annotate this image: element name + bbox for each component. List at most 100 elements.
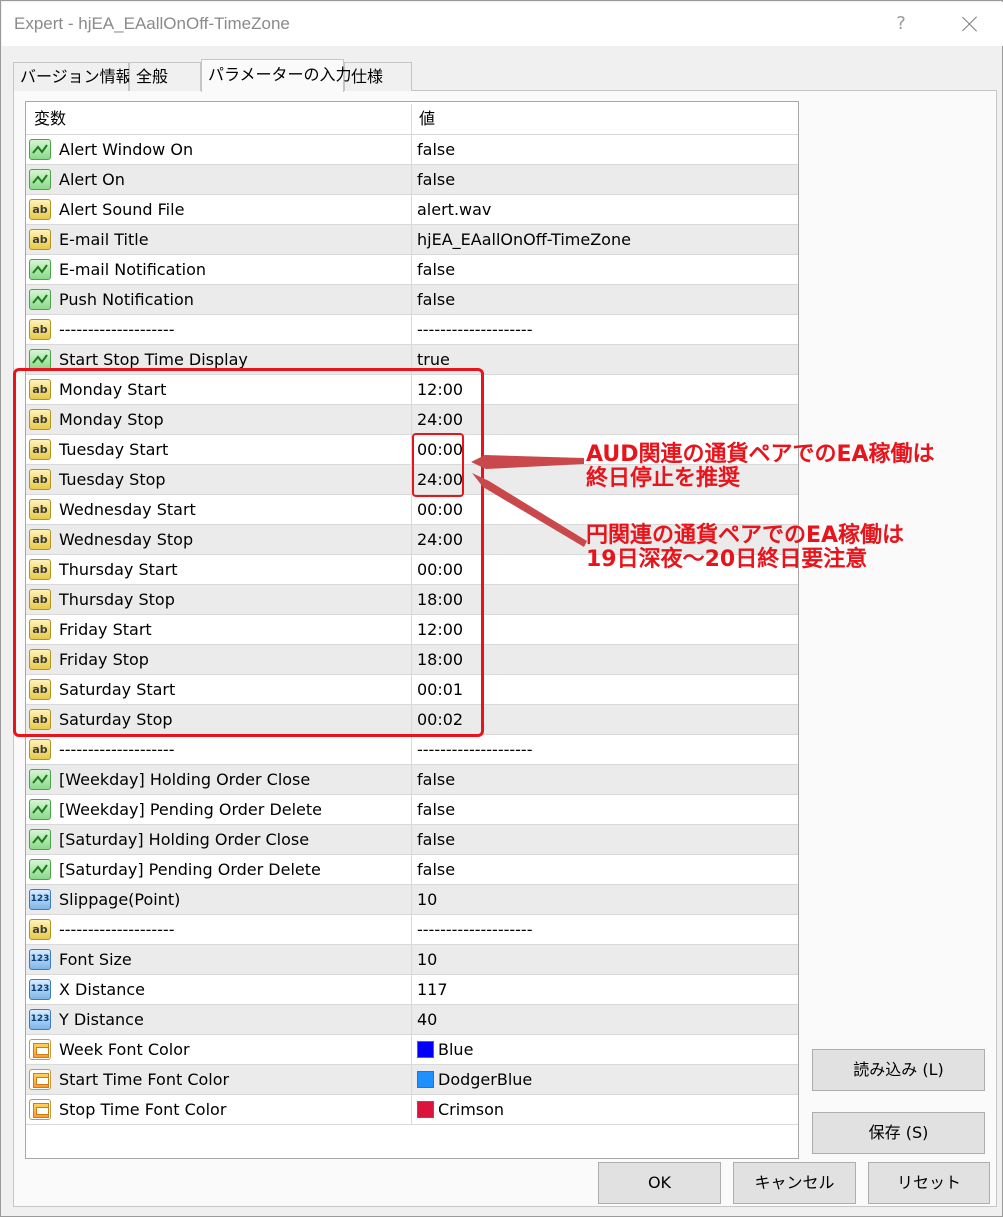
parameter-name: Saturday Start <box>59 680 176 699</box>
table-row[interactable]: Week Font Color Blue <box>26 1035 798 1065</box>
boolean-type-icon <box>29 169 51 190</box>
parameter-value[interactable]: 00:00 <box>417 495 463 525</box>
parameter-value[interactable]: false <box>417 255 455 285</box>
parameter-value[interactable]: 24:00 <box>417 525 463 555</box>
parameter-name: -------------------- <box>59 320 175 339</box>
tab-version-info[interactable]: バージョン情報 <box>13 62 132 91</box>
parameter-value[interactable]: true <box>417 345 450 375</box>
ok-button[interactable]: OK <box>598 1162 721 1204</box>
color-type-icon <box>29 1099 51 1120</box>
aud-annotation-line2: 終日停止を推奨 <box>586 466 741 491</box>
string-type-icon: ab <box>29 679 51 700</box>
table-row[interactable]: ab -------------------- ------------------… <box>26 315 798 345</box>
load-button[interactable]: 読み込み (L) <box>812 1049 985 1091</box>
table-row[interactable]: ab E-mail Title hjEA_EAallOnOff-TimeZone <box>26 225 798 255</box>
string-type-icon: ab <box>29 919 51 940</box>
table-row[interactable]: 123 X Distance 117 <box>26 975 798 1005</box>
parameter-value[interactable]: -------------------- <box>417 915 532 945</box>
boolean-type-icon <box>29 289 51 310</box>
parameter-name: Push Notification <box>59 290 194 309</box>
save-button[interactable]: 保存 (S) <box>812 1112 985 1154</box>
table-row[interactable]: [Saturday] Pending Order Delete false <box>26 855 798 885</box>
tab-general[interactable]: 全般 <box>129 62 201 91</box>
table-row[interactable]: 123 Y Distance 40 <box>26 1005 798 1035</box>
parameter-value[interactable]: Blue <box>438 1035 473 1065</box>
parameter-value[interactable]: false <box>417 285 455 315</box>
parameter-value[interactable]: 18:00 <box>417 645 463 675</box>
table-row[interactable]: [Weekday] Holding Order Close false <box>26 765 798 795</box>
boolean-type-icon <box>29 259 51 280</box>
parameter-value[interactable]: -------------------- <box>417 315 532 345</box>
table-row[interactable]: ab Thursday Stop 18:00 <box>26 585 798 615</box>
table-row[interactable]: ab Monday Stop 24:00 <box>26 405 798 435</box>
parameter-value[interactable]: 24:00 <box>417 405 463 435</box>
table-row[interactable]: Alert On false <box>26 165 798 195</box>
column-separator <box>411 405 412 435</box>
table-row[interactable]: Start Time Font Color DodgerBlue <box>26 1065 798 1095</box>
color-swatch[interactable] <box>417 1071 434 1088</box>
table-row[interactable]: ab Saturday Stop 00:02 <box>26 705 798 735</box>
parameter-value[interactable]: DodgerBlue <box>438 1065 532 1095</box>
table-row[interactable]: Alert Window On false <box>26 135 798 165</box>
parameter-value[interactable]: false <box>417 825 455 855</box>
table-row[interactable]: ab -------------------- ------------------… <box>26 735 798 765</box>
parameter-value[interactable]: 00:01 <box>417 675 463 705</box>
color-swatch[interactable] <box>417 1041 434 1058</box>
tab-input-parameters[interactable]: パラメーターの入力 <box>201 59 352 92</box>
parameter-name: X Distance <box>59 980 146 999</box>
boolean-type-icon <box>29 349 51 370</box>
table-row[interactable]: Push Notification false <box>26 285 798 315</box>
close-icon[interactable] <box>956 10 984 38</box>
parameter-value[interactable]: 10 <box>417 885 437 915</box>
parameter-value[interactable]: 00:00 <box>417 555 463 585</box>
parameter-value[interactable]: hjEA_EAallOnOff-TimeZone <box>417 225 631 255</box>
parameter-value[interactable]: false <box>417 765 455 795</box>
table-row[interactable]: ab Wednesday Start 00:00 <box>26 495 798 525</box>
parameter-value[interactable]: 117 <box>417 975 448 1005</box>
parameter-name: Monday Stop <box>59 410 164 429</box>
parameter-value[interactable]: 18:00 <box>417 585 463 615</box>
column-header-value[interactable]: 値 <box>411 102 435 135</box>
parameter-name: Tuesday Start <box>59 440 169 459</box>
table-row[interactable]: [Saturday] Holding Order Close false <box>26 825 798 855</box>
parameter-value[interactable]: alert.wav <box>417 195 491 225</box>
parameter-value[interactable]: Crimson <box>438 1095 504 1125</box>
tab-specification[interactable]: 仕様 <box>344 62 412 91</box>
parameter-value[interactable]: false <box>417 135 455 165</box>
column-separator <box>411 1035 412 1065</box>
cancel-button[interactable]: キャンセル <box>733 1162 856 1204</box>
string-type-icon: ab <box>29 469 51 490</box>
parameter-value[interactable]: 00:00 <box>417 435 463 465</box>
table-row[interactable]: ab Alert Sound File alert.wav <box>26 195 798 225</box>
column-separator <box>411 795 412 825</box>
window-title: Expert - hjEA_EAallOnOff-TimeZone <box>14 14 290 33</box>
parameter-value[interactable]: 24:00 <box>417 465 463 495</box>
table-row[interactable]: ab Friday Start 12:00 <box>26 615 798 645</box>
parameter-value[interactable]: 40 <box>417 1005 437 1035</box>
table-row[interactable]: ab Monday Start 12:00 <box>26 375 798 405</box>
table-row[interactable]: ab Saturday Start 00:01 <box>26 675 798 705</box>
table-row[interactable]: E-mail Notification false <box>26 255 798 285</box>
parameter-value[interactable]: false <box>417 165 455 195</box>
reset-button[interactable]: リセット <box>868 1162 990 1204</box>
table-row[interactable]: 123 Font Size 10 <box>26 945 798 975</box>
help-button[interactable]: ? <box>888 10 914 38</box>
table-row[interactable]: 123 Slippage(Point) 10 <box>26 885 798 915</box>
column-header-variable[interactable]: 変数 <box>26 102 66 135</box>
table-row[interactable]: [Weekday] Pending Order Delete false <box>26 795 798 825</box>
table-row[interactable]: ab -------------------- ------------------… <box>26 915 798 945</box>
table-row[interactable]: Start Stop Time Display true <box>26 345 798 375</box>
string-type-icon: ab <box>29 589 51 610</box>
parameter-value[interactable]: -------------------- <box>417 735 532 765</box>
table-row[interactable]: ab Friday Stop 18:00 <box>26 645 798 675</box>
parameter-value[interactable]: 12:00 <box>417 375 463 405</box>
parameter-value[interactable]: 00:02 <box>417 705 463 735</box>
column-separator <box>411 1065 412 1095</box>
parameter-value[interactable]: false <box>417 795 455 825</box>
table-row[interactable]: Stop Time Font Color Crimson <box>26 1095 798 1125</box>
string-type-icon: ab <box>29 529 51 550</box>
parameter-value[interactable]: 12:00 <box>417 615 463 645</box>
parameter-value[interactable]: false <box>417 855 455 885</box>
color-swatch[interactable] <box>417 1101 434 1118</box>
parameter-value[interactable]: 10 <box>417 945 437 975</box>
